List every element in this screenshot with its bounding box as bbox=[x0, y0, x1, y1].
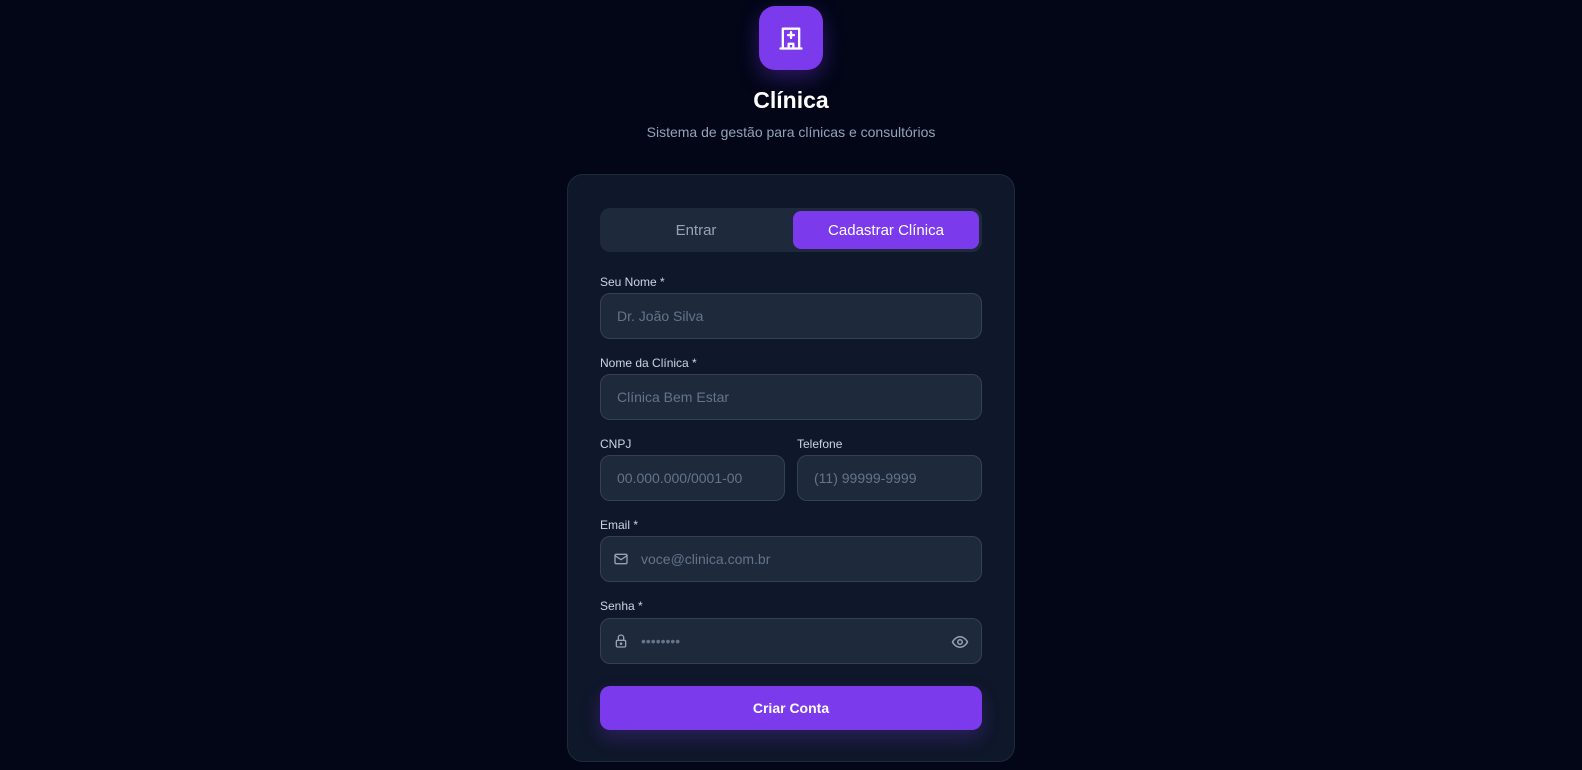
lock-icon bbox=[615, 634, 627, 648]
email-label: Email * bbox=[600, 518, 639, 532]
clinic-logo bbox=[759, 6, 823, 70]
name-input[interactable] bbox=[601, 294, 981, 338]
password-input[interactable] bbox=[601, 619, 981, 663]
cnpj-input[interactable] bbox=[601, 456, 784, 500]
name-field bbox=[600, 293, 982, 339]
name-label: Seu Nome * bbox=[600, 275, 665, 289]
phone-label: Telefone bbox=[797, 437, 843, 451]
auth-tabs: Entrar Cadastrar Clínica bbox=[600, 208, 982, 252]
password-label: Senha * bbox=[600, 599, 643, 613]
email-field bbox=[600, 536, 982, 582]
create-account-button[interactable]: Criar Conta bbox=[600, 686, 982, 730]
password-field bbox=[600, 618, 982, 664]
phone-input[interactable] bbox=[798, 456, 981, 500]
eye-icon[interactable] bbox=[951, 633, 969, 651]
clinic-name-field bbox=[600, 374, 982, 420]
app-title: Clínica bbox=[753, 87, 829, 113]
mail-icon bbox=[614, 553, 628, 565]
signup-page: Clínica Sistema de gestão para clínicas … bbox=[0, 0, 1582, 770]
hospital-icon bbox=[779, 27, 803, 50]
cnpj-field bbox=[600, 455, 785, 501]
phone-field bbox=[797, 455, 982, 501]
cnpj-label: CNPJ bbox=[600, 437, 632, 451]
email-input[interactable] bbox=[601, 537, 981, 581]
app-subtitle: Sistema de gestão para clínicas e consul… bbox=[646, 124, 936, 140]
clinic-name-label: Nome da Clínica * bbox=[600, 356, 697, 370]
tab-register-clinic[interactable]: Cadastrar Clínica bbox=[793, 211, 979, 249]
tab-login[interactable]: Entrar bbox=[603, 211, 789, 249]
clinic-name-input[interactable] bbox=[601, 375, 981, 419]
signup-card: Entrar Cadastrar Clínica Seu Nome * Nome… bbox=[567, 174, 1015, 762]
